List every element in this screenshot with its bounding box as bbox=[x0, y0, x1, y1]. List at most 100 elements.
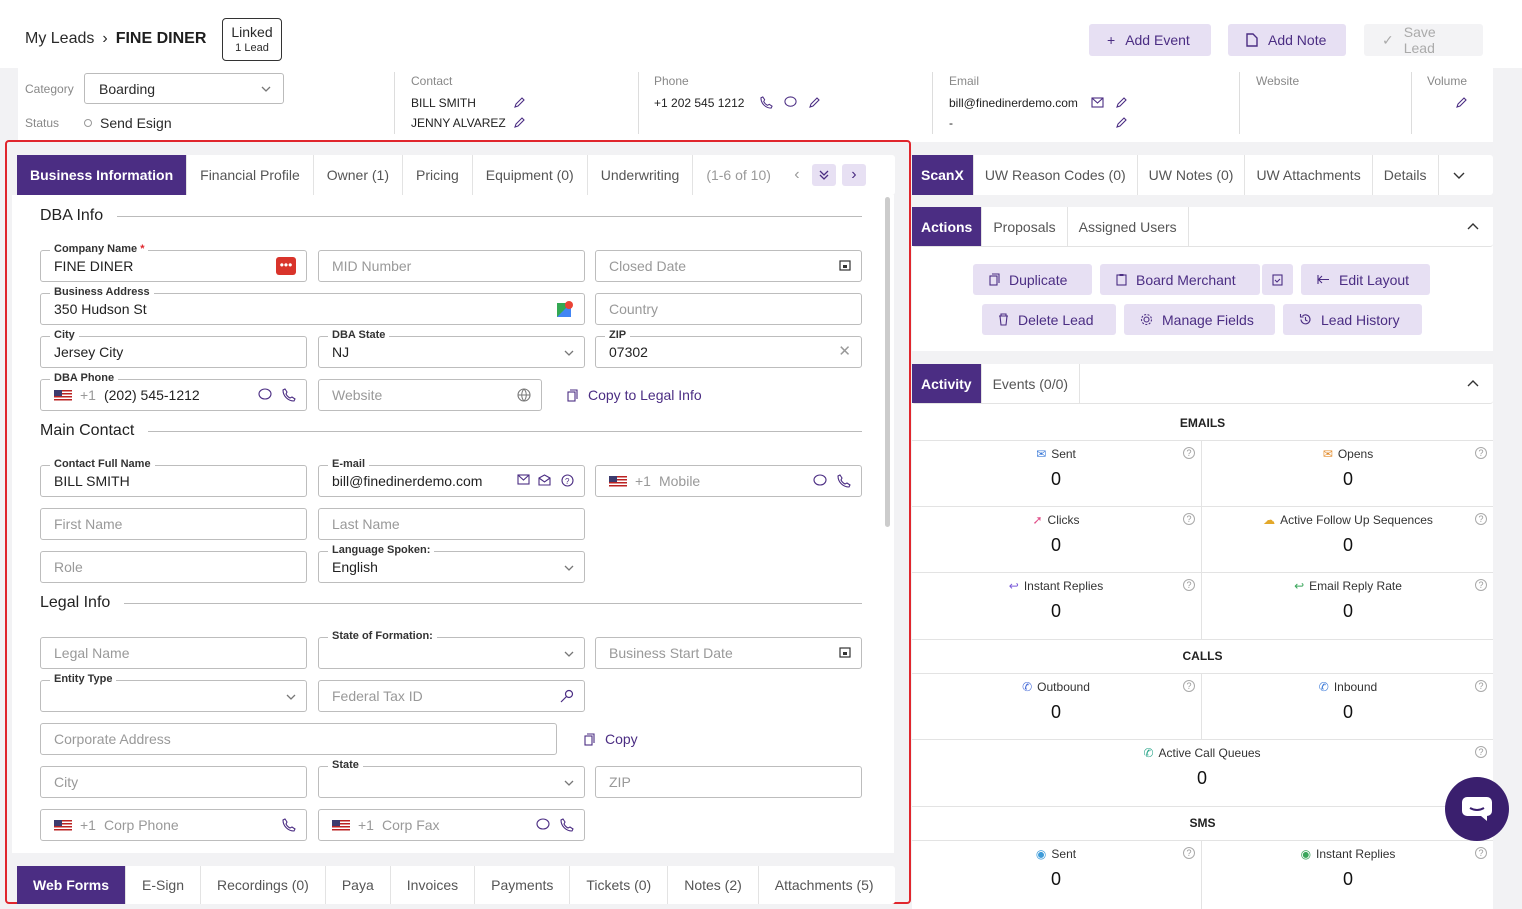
legal-city-field[interactable]: City bbox=[40, 766, 307, 798]
help-icon[interactable]: ? bbox=[1475, 513, 1487, 525]
save-lead-button[interactable]: ✓ Save Lead bbox=[1364, 24, 1483, 56]
collapse-button[interactable] bbox=[1453, 207, 1493, 246]
phone-icon[interactable] bbox=[760, 96, 773, 109]
more-tabs-button[interactable] bbox=[1439, 155, 1479, 195]
phone-icon[interactable] bbox=[837, 474, 851, 488]
tab-business-information[interactable]: Business Information bbox=[17, 155, 188, 195]
us-flag-icon[interactable] bbox=[332, 819, 350, 831]
help-icon[interactable]: ? bbox=[1475, 680, 1487, 692]
tab-equipment[interactable]: Equipment (0) bbox=[473, 155, 588, 195]
board-merchant-options-button[interactable] bbox=[1262, 264, 1293, 295]
clear-icon[interactable]: ✕ bbox=[838, 342, 851, 360]
tab-recordings[interactable]: Recordings (0) bbox=[201, 866, 326, 904]
delete-lead-button[interactable]: Delete Lead bbox=[982, 304, 1116, 335]
tab-uw-reason-codes[interactable]: UW Reason Codes (0) bbox=[974, 155, 1138, 195]
manage-fields-button[interactable]: Manage Fields bbox=[1124, 304, 1275, 335]
tab-events[interactable]: Events (0/0) bbox=[982, 364, 1081, 403]
tab-activity[interactable]: Activity bbox=[912, 364, 982, 403]
tab-owner[interactable]: Owner (1) bbox=[314, 155, 403, 195]
city-field[interactable]: City Jersey City bbox=[40, 328, 307, 368]
chat-icon[interactable] bbox=[536, 818, 550, 831]
email-field[interactable]: E-mail bill@finedinerdemo.com ? bbox=[318, 457, 585, 497]
corporate-address-field[interactable]: Corporate Address bbox=[40, 723, 557, 755]
legal-state-select[interactable]: State bbox=[318, 758, 585, 798]
chat-widget-button[interactable] bbox=[1445, 777, 1509, 841]
mail-icon[interactable] bbox=[1091, 97, 1104, 108]
entity-type-select[interactable]: Entity Type bbox=[40, 672, 307, 712]
zip-field[interactable]: ZIP 07302 ✕ bbox=[595, 328, 862, 368]
add-event-button[interactable]: + Add Event bbox=[1089, 24, 1211, 56]
add-note-button[interactable]: Add Note bbox=[1228, 24, 1346, 56]
contact-1[interactable]: BILL SMITH bbox=[411, 96, 476, 110]
us-flag-icon[interactable] bbox=[54, 819, 72, 831]
corp-phone-field[interactable]: +1 Corp Phone bbox=[40, 809, 307, 841]
tab-scanx[interactable]: ScanX bbox=[912, 155, 974, 195]
edit-icon[interactable] bbox=[1115, 97, 1127, 109]
tab-proposals[interactable]: Proposals bbox=[982, 207, 1068, 246]
phone-value[interactable]: +1 202 545 1212 bbox=[654, 96, 744, 110]
us-flag-icon[interactable] bbox=[609, 475, 627, 487]
help-icon[interactable]: ? bbox=[1183, 579, 1195, 591]
help-icon[interactable]: ? bbox=[1183, 447, 1195, 459]
category-select[interactable]: Boarding bbox=[84, 73, 284, 104]
edit-icon[interactable] bbox=[808, 97, 820, 109]
tab-tickets[interactable]: Tickets (0) bbox=[570, 866, 669, 904]
status-value-group[interactable]: Send Esign bbox=[84, 115, 172, 131]
dba-state-select[interactable]: DBA State NJ bbox=[318, 328, 585, 368]
tab-details[interactable]: Details bbox=[1373, 155, 1439, 195]
chevron-right-button[interactable]: › bbox=[841, 164, 866, 186]
help-icon[interactable]: ? bbox=[1475, 447, 1487, 459]
linked-leads-badge[interactable]: Linked 1 Lead bbox=[222, 18, 282, 61]
help-icon[interactable]: ? bbox=[1183, 680, 1195, 692]
tab-underwriting[interactable]: Underwriting bbox=[588, 155, 694, 195]
help-icon[interactable]: ? bbox=[1475, 746, 1487, 758]
mail-open-icon[interactable] bbox=[538, 474, 551, 486]
edit-icon[interactable] bbox=[513, 117, 525, 129]
federal-tax-id-field[interactable]: Federal Tax ID bbox=[318, 680, 585, 712]
board-merchant-button[interactable]: Board Merchant bbox=[1100, 264, 1260, 295]
tab-payments[interactable]: Payments bbox=[475, 866, 571, 904]
help-icon[interactable]: ? bbox=[1475, 847, 1487, 859]
help-icon[interactable]: ? bbox=[561, 474, 574, 487]
chat-icon[interactable] bbox=[784, 96, 797, 109]
chat-icon[interactable] bbox=[258, 388, 272, 401]
edit-icon[interactable] bbox=[1455, 97, 1467, 109]
tab-financial-profile[interactable]: Financial Profile bbox=[187, 155, 314, 195]
copy-button[interactable]: Copy bbox=[584, 731, 638, 747]
edit-icon[interactable] bbox=[513, 97, 525, 109]
corp-fax-field[interactable]: +1 Corp Fax bbox=[318, 809, 585, 841]
closed-date-field[interactable]: Closed Date bbox=[595, 250, 862, 282]
help-icon[interactable]: ? bbox=[1183, 847, 1195, 859]
state-of-formation-select[interactable]: State of Formation: bbox=[318, 629, 585, 669]
password-manager-icon[interactable]: ••• bbox=[276, 257, 296, 275]
tab-notes[interactable]: Notes (2) bbox=[668, 866, 759, 904]
dba-phone-field[interactable]: DBA Phone +1 (202) 545-1212 bbox=[40, 371, 307, 411]
duplicate-button[interactable]: Duplicate bbox=[973, 264, 1092, 295]
copy-to-legal-button[interactable]: Copy to Legal Info bbox=[567, 387, 702, 403]
company-name-field[interactable]: Company Name * FINE DINER ••• bbox=[40, 242, 307, 282]
tab-uw-notes[interactable]: UW Notes (0) bbox=[1138, 155, 1246, 195]
calendar-icon[interactable] bbox=[839, 259, 851, 271]
tab-assigned-users[interactable]: Assigned Users bbox=[1068, 207, 1189, 246]
mid-number-field[interactable]: MID Number bbox=[318, 250, 585, 282]
tab-e-sign[interactable]: E-Sign bbox=[126, 866, 202, 904]
phone-icon[interactable] bbox=[282, 818, 296, 832]
breadcrumb-root[interactable]: My Leads bbox=[25, 30, 94, 48]
legal-name-field[interactable]: Legal Name bbox=[40, 637, 307, 669]
tab-uw-attachments[interactable]: UW Attachments bbox=[1245, 155, 1373, 195]
tab-web-forms[interactable]: Web Forms bbox=[17, 866, 126, 904]
help-icon[interactable]: ? bbox=[1183, 513, 1195, 525]
collapse-button[interactable] bbox=[1453, 364, 1493, 403]
contact-full-name-field[interactable]: Contact Full Name BILL SMITH bbox=[40, 457, 307, 497]
tab-paya[interactable]: Paya bbox=[326, 866, 391, 904]
tab-invoices[interactable]: Invoices bbox=[391, 866, 476, 904]
tab-attachments[interactable]: Attachments (5) bbox=[759, 866, 890, 904]
mobile-field[interactable]: +1 Mobile bbox=[595, 465, 862, 497]
website-field[interactable]: Website bbox=[318, 379, 542, 411]
scrollbar[interactable] bbox=[885, 197, 890, 527]
phone-icon[interactable] bbox=[560, 818, 574, 832]
language-select[interactable]: Language Spoken: English bbox=[318, 543, 585, 583]
lead-history-button[interactable]: Lead History bbox=[1283, 304, 1422, 335]
us-flag-icon[interactable] bbox=[54, 389, 72, 401]
country-field[interactable]: Country bbox=[595, 293, 862, 325]
